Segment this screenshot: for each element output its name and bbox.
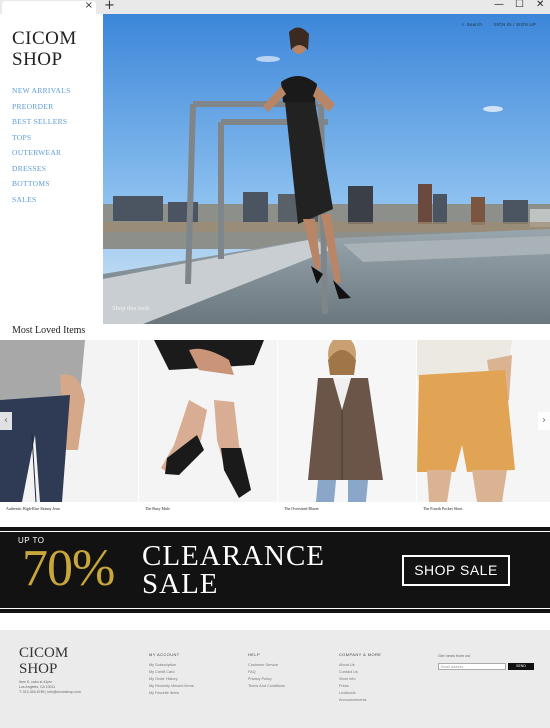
product-card[interactable]: The Fourth Pocket Short bbox=[417, 340, 550, 525]
shop-this-look-link[interactable]: Shop this look bbox=[112, 305, 150, 312]
section-title: Most Loved Items bbox=[12, 325, 86, 336]
logo-line-2: SHOP bbox=[12, 49, 63, 70]
nav-item-outerwear[interactable]: OUTERWEAR bbox=[12, 145, 71, 161]
browser-tab[interactable]: × bbox=[2, 0, 96, 14]
footer-link[interactable]: Contact Us bbox=[339, 669, 381, 676]
product-image[interactable] bbox=[139, 340, 277, 502]
carousel-next-button[interactable]: › bbox=[538, 412, 550, 430]
footer-link[interactable]: About Us bbox=[339, 662, 381, 669]
banner-divider bbox=[0, 608, 550, 609]
newsletter-email-input[interactable]: Email address bbox=[438, 663, 506, 670]
contact-line: T: 012-345-6789 | info@cicomshop.com bbox=[19, 690, 81, 694]
product-name[interactable]: The Fourth Pocket Short bbox=[423, 506, 462, 511]
newsletter-label: Get news from us! bbox=[438, 653, 471, 658]
banner-percent: 70% bbox=[22, 540, 115, 597]
sidebar: CICOM SHOP NEW ARRIVALS PREORDER BEST SE… bbox=[0, 14, 103, 324]
footer-heading: MY ACCOUNT bbox=[149, 652, 180, 657]
product-image[interactable] bbox=[278, 340, 416, 502]
footer-link[interactable]: Lookbook bbox=[339, 690, 381, 697]
product-carousel: Authentic High-Rise Skinny Jean The Busy… bbox=[0, 340, 550, 525]
footer: CICOM SHOP Item S. cabo st #1pm Los Ange… bbox=[0, 630, 550, 728]
maximize-icon[interactable]: ☐ bbox=[515, 0, 524, 10]
nav-item-new-arrivals[interactable]: NEW ARRIVALS bbox=[12, 83, 71, 99]
footer-column-account: MY ACCOUNT My Subscription My Credit Car… bbox=[149, 652, 194, 697]
banner-divider bbox=[0, 531, 550, 532]
product-name[interactable]: The Oversized Blazer bbox=[284, 506, 319, 511]
footer-link[interactable]: My Credit Card bbox=[149, 669, 194, 676]
hero-image[interactable]: ⌕ Search SIGN IN / SIGN UP Shop this loo… bbox=[103, 14, 550, 324]
logo[interactable]: CICOM SHOP bbox=[12, 28, 77, 70]
product-card[interactable]: Authentic High-Rise Skinny Jean bbox=[0, 340, 138, 525]
carousel-prev-button[interactable]: ‹ bbox=[0, 412, 12, 430]
footer-link[interactable]: FAQ bbox=[248, 669, 285, 676]
new-tab-icon[interactable]: + bbox=[104, 0, 115, 13]
banner-headline-2: SALE bbox=[142, 568, 219, 600]
footer-link[interactable]: Privacy Policy bbox=[248, 676, 285, 683]
footer-column-help: HELP Customer Service FAQ Privacy Policy… bbox=[248, 652, 285, 690]
product-name[interactable]: Authentic High-Rise Skinny Jean bbox=[6, 506, 60, 511]
hero-photo bbox=[103, 14, 550, 324]
search-link[interactable]: Search bbox=[467, 22, 482, 27]
footer-link[interactable]: My Order History bbox=[149, 676, 194, 683]
product-name[interactable]: The Busy Mule bbox=[145, 506, 170, 511]
product-image[interactable] bbox=[417, 340, 550, 502]
nav-item-best-sellers[interactable]: BEST SELLERS bbox=[12, 114, 71, 130]
product-card[interactable]: The Busy Mule bbox=[139, 340, 277, 525]
logo-line-1: CICOM bbox=[12, 28, 77, 49]
close-window-icon[interactable]: ✕ bbox=[536, 0, 544, 10]
footer-link[interactable]: Press bbox=[339, 683, 381, 690]
footer-link[interactable]: My Recently Viewed Items bbox=[149, 683, 194, 690]
footer-logo-line-2: SHOP bbox=[19, 661, 58, 677]
product-card[interactable]: The Oversized Blazer bbox=[278, 340, 416, 525]
footer-link[interactable]: My Favorite Items bbox=[149, 690, 194, 697]
footer-link[interactable]: Announcements bbox=[339, 697, 381, 704]
footer-link[interactable]: My Subscription bbox=[149, 662, 194, 669]
footer-heading: HELP bbox=[248, 652, 261, 657]
clearance-banner[interactable]: UP TO 70% CLEARANCE SALE SHOP SALE bbox=[0, 527, 550, 613]
newsletter-send-button[interactable]: SEND bbox=[508, 663, 534, 670]
footer-logo[interactable]: CICOM SHOP bbox=[19, 645, 68, 677]
signin-link[interactable]: SIGN IN / SIGN UP bbox=[494, 22, 536, 27]
minimize-icon[interactable]: — bbox=[494, 0, 504, 10]
nav-item-bottoms[interactable]: BOTTOMS bbox=[12, 176, 71, 192]
nav-item-dresses[interactable]: DRESSES bbox=[12, 161, 71, 177]
product-image[interactable] bbox=[0, 340, 138, 502]
shop-sale-button[interactable]: SHOP SALE bbox=[402, 555, 510, 586]
footer-link[interactable]: Terms And Conditions bbox=[248, 683, 285, 690]
category-nav: NEW ARRIVALS PREORDER BEST SELLERS TOPS … bbox=[12, 83, 71, 207]
close-tab-icon[interactable]: × bbox=[85, 0, 93, 11]
footer-link[interactable]: Store Info bbox=[339, 676, 381, 683]
nav-item-tops[interactable]: TOPS bbox=[12, 130, 71, 146]
footer-address: Item S. cabo st #1pm Los Angeles, CA 100… bbox=[19, 680, 81, 695]
footer-heading: COMPANY & MORE bbox=[339, 652, 382, 657]
nav-item-sales[interactable]: SALES bbox=[12, 192, 71, 208]
browser-titlebar: × + — ☐ ✕ bbox=[0, 0, 550, 14]
nav-item-preorder[interactable]: PREORDER bbox=[12, 99, 71, 115]
footer-column-company: COMPANY & MORE About Us Contact Us Store… bbox=[339, 652, 381, 704]
footer-logo-line-1: CICOM bbox=[19, 645, 69, 661]
search-icon[interactable]: ⌕ bbox=[461, 22, 464, 27]
footer-link[interactable]: Customer Service bbox=[248, 662, 285, 669]
hero-topnav: ⌕ Search SIGN IN / SIGN UP bbox=[451, 22, 536, 27]
